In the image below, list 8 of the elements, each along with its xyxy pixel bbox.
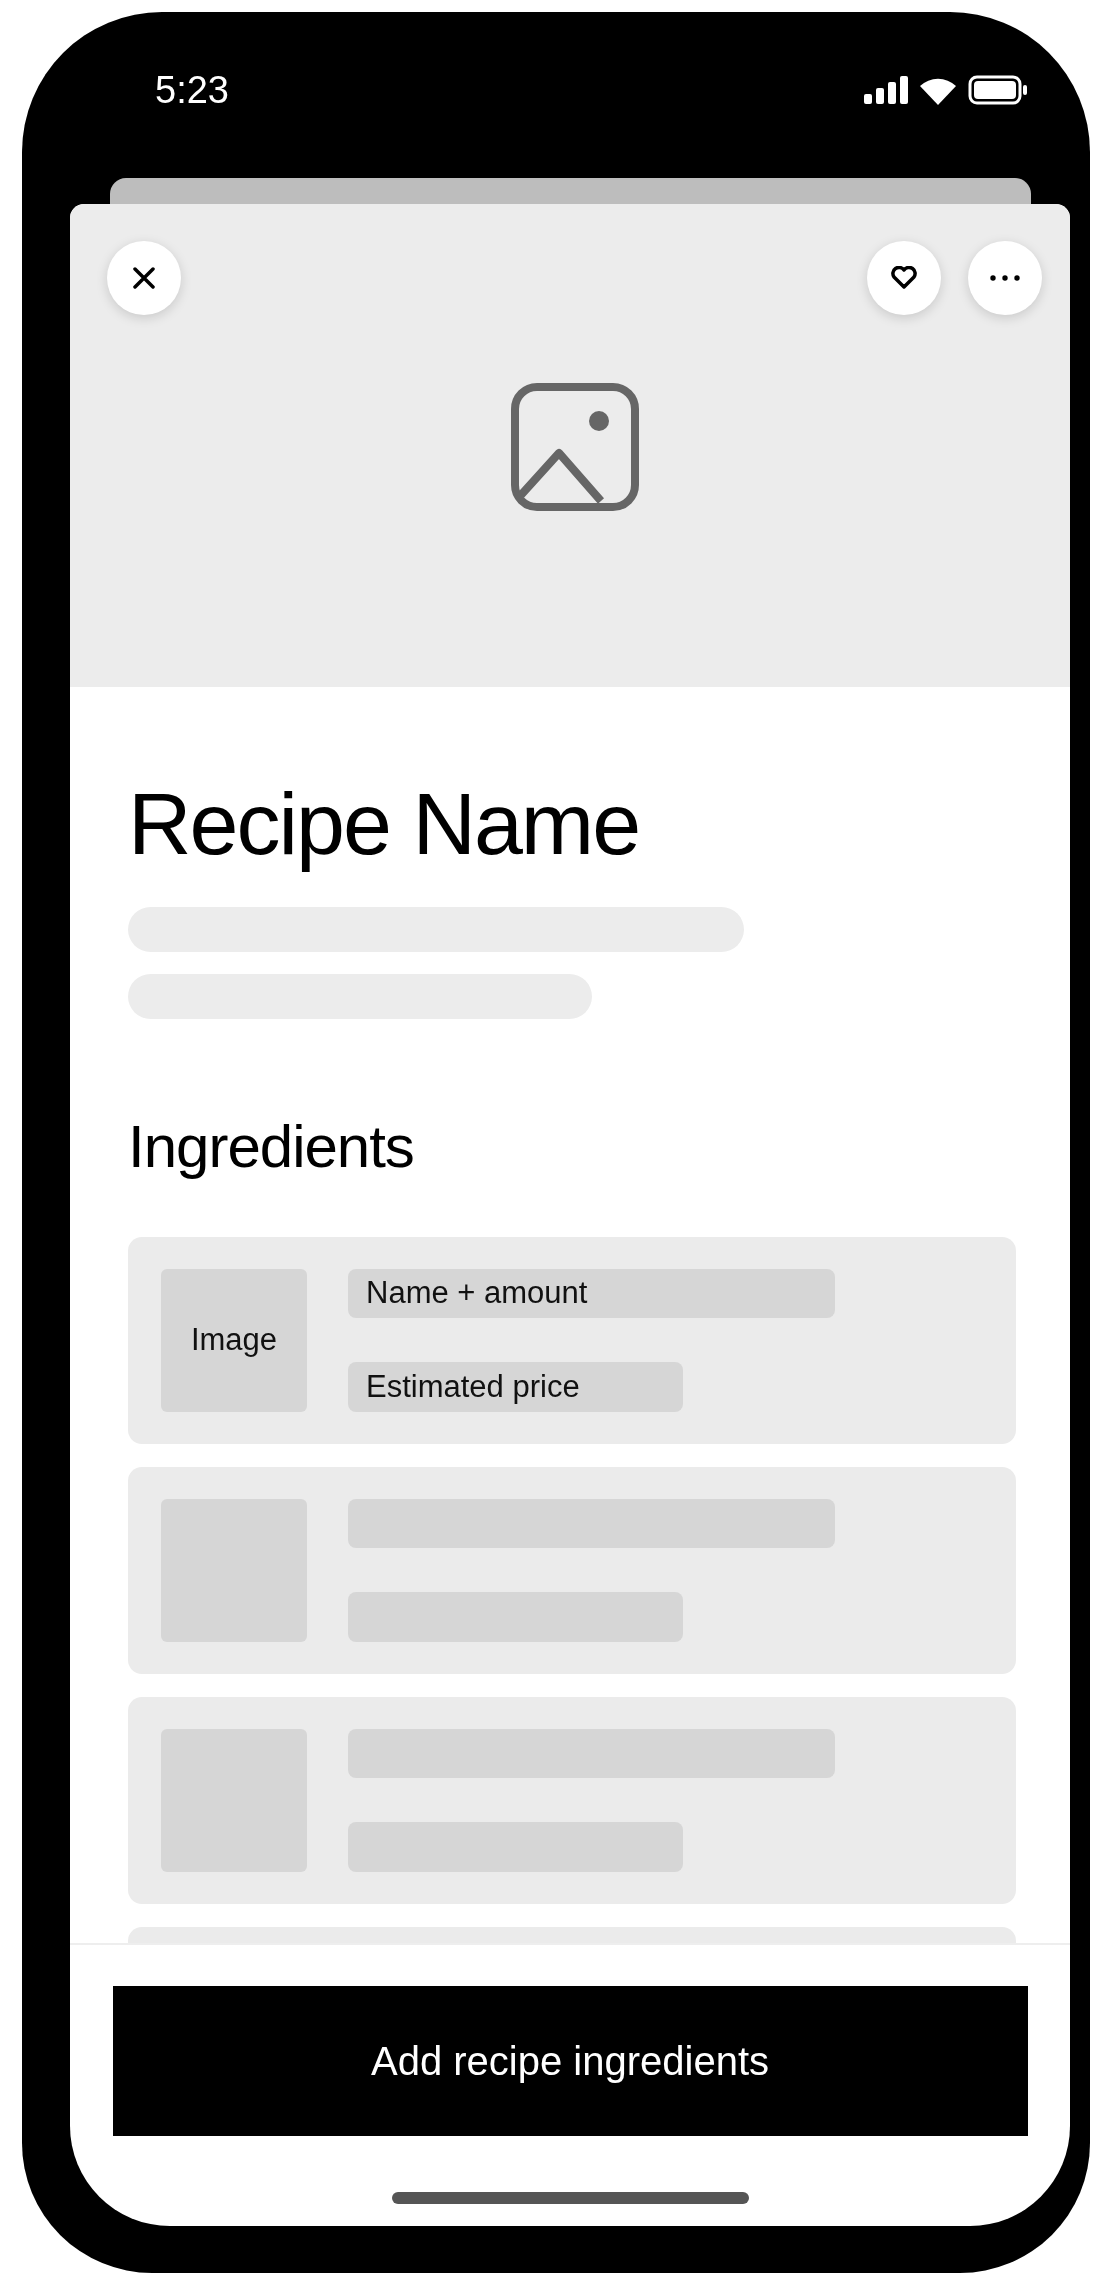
status-time: 5:23 [155, 68, 229, 112]
add-ingredients-button[interactable]: Add recipe ingredients [112, 1986, 1028, 2136]
section-title: Ingredients [128, 1111, 415, 1182]
image-placeholder: Image [161, 1268, 307, 1412]
ingredient-name: Name + amount [348, 1268, 835, 1319]
ingredient-card[interactable]: Image Name + amount Estimated price [128, 1236, 1016, 1444]
recipe-title: Recipe Name [128, 773, 641, 875]
ingredient-price: Estimated price [348, 1362, 683, 1412]
